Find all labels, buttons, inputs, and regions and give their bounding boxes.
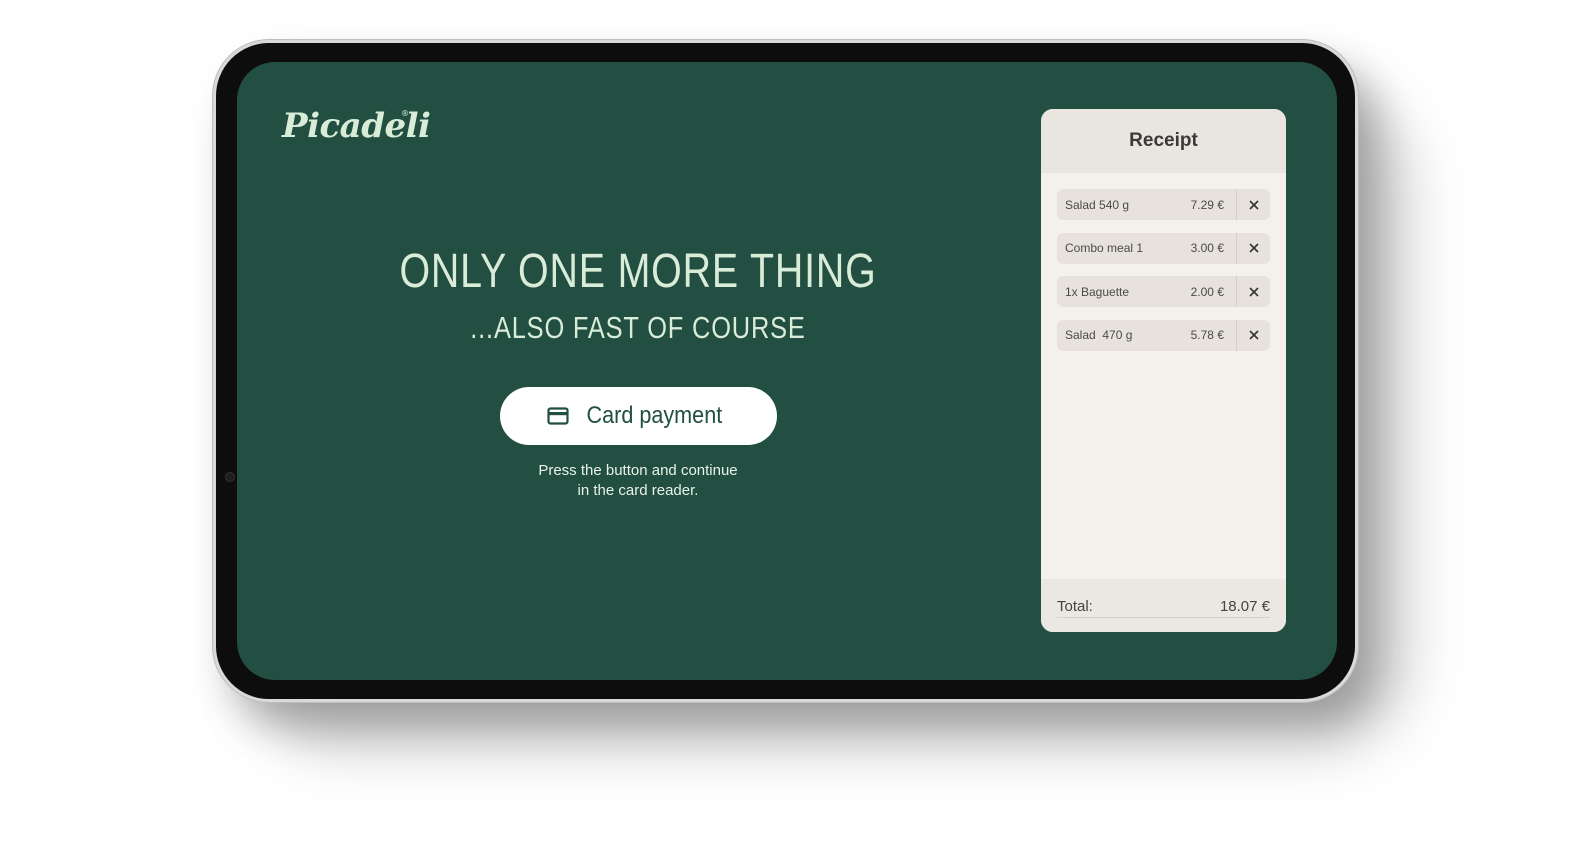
receipt-item-name: Salad 470 g xyxy=(1065,328,1133,342)
total-value: 18.07 € xyxy=(1219,597,1270,615)
close-icon xyxy=(1248,286,1259,297)
receipt-item: Salad 470 g 5.78 € xyxy=(1057,319,1270,351)
close-icon xyxy=(1248,243,1259,253)
total-label: Total: xyxy=(1057,597,1093,615)
page-subheadline: ...ALSO FAST OF COURSE xyxy=(470,310,806,345)
remove-item-button[interactable] xyxy=(1236,319,1270,351)
receipt-item: Salad 540 g 7.29 € xyxy=(1057,189,1270,220)
receipt-item-name: 1x Baguette xyxy=(1065,284,1130,299)
receipt-item-name: Combo meal 1 xyxy=(1065,241,1144,255)
receipt-item-price: 7.29 € xyxy=(1190,197,1224,212)
receipt-title: Receipt xyxy=(1129,130,1198,151)
card-payment-button[interactable]: Card payment xyxy=(500,387,777,445)
stage: Picadeli ® ONLY ONE MORE THING ...ALSO F… xyxy=(0,0,1584,855)
credit-card-icon xyxy=(547,407,569,425)
receipt-panel: Receipt Salad 540 g 7.29 € Combo meal 1 … xyxy=(1041,109,1286,632)
receipt-header: Receipt xyxy=(1041,109,1286,173)
receipt-item-price: 2.00 € xyxy=(1190,284,1224,299)
remove-item-button[interactable] xyxy=(1236,276,1270,307)
receipt-item-price: 3.00 € xyxy=(1190,241,1224,255)
close-icon xyxy=(1248,330,1259,340)
payment-hint-line2: in the card reader. xyxy=(577,482,699,499)
kiosk-screen: Picadeli ® ONLY ONE MORE THING ...ALSO F… xyxy=(237,62,1337,680)
receipt-item-list: Salad 540 g 7.29 € Combo meal 1 3.00 € 1… xyxy=(1057,189,1270,363)
camera-dot xyxy=(225,472,235,482)
close-icon xyxy=(1248,199,1259,210)
payment-hint: Press the button and continue in the car… xyxy=(488,461,788,501)
receipt-total-row: Total: 18.07 € xyxy=(1057,595,1270,618)
remove-item-button[interactable] xyxy=(1236,232,1270,264)
receipt-item: Combo meal 1 3.00 € xyxy=(1057,232,1270,264)
registered-mark: ® xyxy=(401,109,409,118)
receipt-item-name: Salad 540 g xyxy=(1065,197,1130,212)
payment-hint-line1: Press the button and continue xyxy=(538,462,738,479)
receipt-item-price: 5.78 € xyxy=(1190,328,1224,342)
receipt-item: 1x Baguette 2.00 € xyxy=(1057,276,1270,307)
remove-item-button[interactable] xyxy=(1236,189,1270,220)
card-payment-label: Card payment xyxy=(586,402,723,429)
page-headline: ONLY ONE MORE THING xyxy=(399,245,877,298)
receipt-footer: Total: 18.07 € xyxy=(1041,579,1286,632)
tablet-device: Picadeli ® ONLY ONE MORE THING ...ALSO F… xyxy=(213,40,1358,702)
